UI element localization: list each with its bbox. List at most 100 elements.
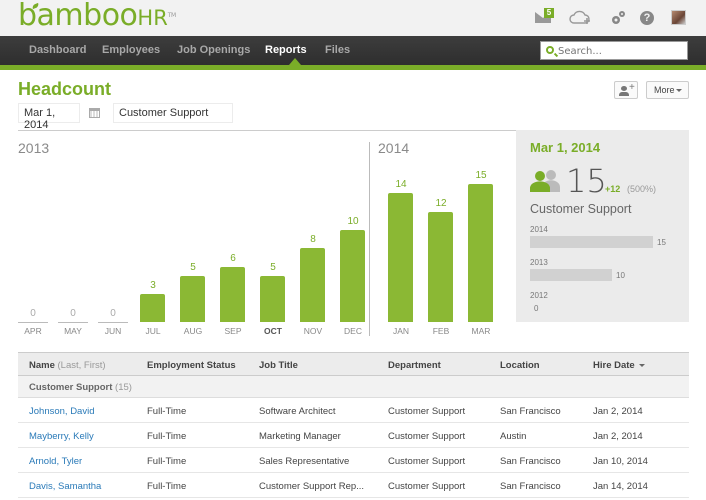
- month-label: NOV: [303, 326, 323, 336]
- summary-department: Customer Support: [530, 202, 632, 216]
- bar-value-label: 10: [347, 216, 359, 227]
- cell-title: Software Architect: [259, 406, 336, 417]
- bar-oct[interactable]: [260, 276, 285, 322]
- month-label: MAR: [471, 326, 491, 336]
- month-label: DEC: [344, 326, 362, 336]
- table-row[interactable]: Davis, Samantha Full-Time Customer Support…: [18, 473, 689, 498]
- search-box[interactable]: [540, 41, 688, 60]
- history-value: 10: [616, 271, 625, 280]
- people-icon: [530, 170, 560, 192]
- summary-count: 15: [566, 162, 607, 200]
- cell-title: Customer Support Rep...: [259, 481, 365, 492]
- cell-location: San Francisco: [500, 406, 561, 417]
- col-status[interactable]: Employment Status: [147, 360, 236, 371]
- bar-value-label: 8: [310, 234, 316, 246]
- col-job-title[interactable]: Job Title: [259, 360, 298, 371]
- nav-dashboard[interactable]: Dashboard: [29, 44, 86, 56]
- cell-status: Full-Time: [147, 481, 187, 492]
- cell-hire-date: Jan 10, 2014: [593, 456, 648, 467]
- cell-department: Customer Support: [388, 456, 466, 467]
- bar-nov[interactable]: [300, 248, 325, 322]
- history-year: 2012: [530, 291, 548, 300]
- history-bar: [530, 236, 653, 248]
- month-label: JUL: [145, 326, 161, 336]
- history-value: 0: [534, 304, 539, 313]
- col-location[interactable]: Location: [500, 360, 540, 371]
- gear-icon[interactable]: [610, 10, 626, 26]
- bar-jan[interactable]: [388, 193, 413, 322]
- nav-files[interactable]: Files: [325, 44, 350, 56]
- cell-name[interactable]: Mayberry, Kelly: [29, 431, 94, 442]
- group-row: Customer Support (15): [18, 376, 689, 398]
- cell-hire-date: Jan 2, 2014: [593, 431, 643, 442]
- month-label: OCT: [264, 326, 282, 336]
- col-hire-date[interactable]: Hire Date: [593, 360, 645, 371]
- department-field[interactable]: Customer Support: [113, 103, 233, 123]
- calendar-icon: [89, 108, 100, 118]
- zero-line: [98, 322, 128, 323]
- col-department[interactable]: Department: [388, 360, 441, 371]
- cell-department: Customer Support: [388, 431, 466, 442]
- bar-value-label: 5: [270, 262, 276, 273]
- nav-reports[interactable]: Reports: [265, 44, 307, 56]
- cell-department: Customer Support: [388, 406, 466, 417]
- more-label: More: [654, 85, 675, 95]
- bar-value-label: 5: [190, 262, 196, 273]
- more-button[interactable]: More: [646, 81, 689, 99]
- table-row[interactable]: Mayberry, Kelly Full-Time Marketing Manage…: [18, 423, 689, 448]
- bar-feb[interactable]: [428, 211, 453, 322]
- date-field[interactable]: Mar 1, 2014: [18, 103, 80, 131]
- cell-title: Marketing Manager: [259, 431, 341, 442]
- cell-name[interactable]: Arnold, Tyler: [29, 456, 82, 467]
- summary-date: Mar 1, 2014: [530, 140, 601, 155]
- nav-employees[interactable]: Employees: [102, 44, 160, 56]
- cell-department: Customer Support: [388, 481, 466, 492]
- month-label: APR: [24, 326, 42, 336]
- bar-sep[interactable]: [220, 266, 245, 322]
- table-row[interactable]: Johnson, David Full-Time Software Architec…: [18, 398, 689, 423]
- chevron-down-icon: [676, 89, 682, 92]
- bar-value-label: 12: [435, 197, 447, 209]
- history-value: 15: [657, 238, 666, 247]
- calendar-button[interactable]: [84, 103, 104, 123]
- cell-status: Full-Time: [147, 431, 187, 442]
- bar-aug[interactable]: [180, 276, 205, 322]
- bar-value-label: 14: [395, 179, 407, 191]
- cell-name[interactable]: Johnson, David: [29, 406, 94, 417]
- col-name[interactable]: Name (Last, First): [29, 360, 106, 371]
- month-label: AUG: [183, 326, 203, 336]
- top-bar: bambooHRTM 5 ?: [0, 0, 706, 36]
- cloud-upload-icon[interactable]: [568, 9, 592, 25]
- cell-hire-date: Jan 2, 2014: [593, 406, 643, 417]
- group-label: Customer Support (15): [29, 382, 132, 393]
- bar-value-label: 0: [110, 308, 116, 319]
- month-label: JUN: [104, 326, 122, 336]
- cell-name[interactable]: Davis, Samantha: [29, 481, 101, 492]
- history-year: 2014: [530, 225, 548, 234]
- bar-mar[interactable]: [468, 184, 493, 322]
- headcount-chart: 0 APR 0 MAY 0 JUN 3 JUL 5 AUG 6 SEP 5 OCT 8 NOV 10 DEC 14 J…: [0, 130, 516, 340]
- cell-title: Sales Representative: [259, 456, 350, 467]
- help-icon[interactable]: ?: [640, 11, 654, 25]
- nav-job-openings[interactable]: Job Openings: [177, 44, 250, 56]
- search-icon: [546, 46, 554, 54]
- sort-down-icon: [638, 363, 645, 367]
- avatar[interactable]: [671, 10, 686, 25]
- logo-hr: HR: [137, 6, 168, 30]
- add-employee-button[interactable]: +: [614, 81, 638, 99]
- plus-icon: +: [629, 82, 635, 93]
- summary-change-pct: (500%): [627, 184, 657, 194]
- logo-tm: TM: [167, 12, 176, 19]
- bar-dec[interactable]: [340, 230, 365, 322]
- month-label: MAY: [64, 326, 82, 336]
- summary-change: +12: [605, 184, 621, 194]
- zero-line: [18, 322, 48, 323]
- bar-jul[interactable]: [140, 294, 165, 322]
- search-input[interactable]: [558, 44, 683, 58]
- table-row[interactable]: Arnold, Tyler Full-Time Sales Representati…: [18, 448, 689, 473]
- person-icon: [619, 86, 629, 96]
- cell-status: Full-Time: [147, 456, 187, 467]
- cell-location: San Francisco: [500, 456, 561, 467]
- bar-value-label: 0: [70, 308, 76, 319]
- bamboohr-logo[interactable]: bambooHRTM: [18, 1, 176, 33]
